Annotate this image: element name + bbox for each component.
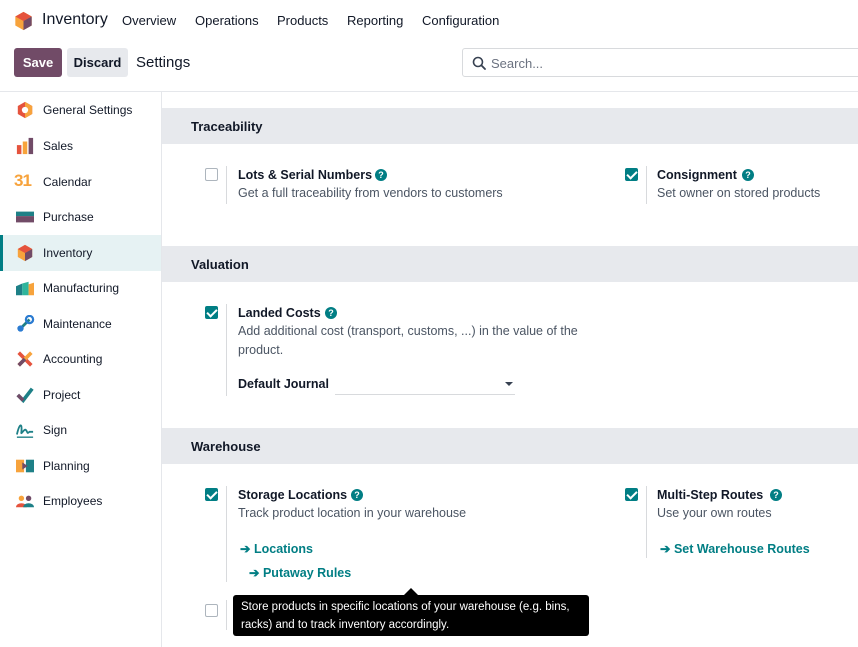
- menu-overview[interactable]: Overview: [122, 13, 176, 28]
- sidebar-item-planning[interactable]: Planning: [0, 448, 161, 484]
- landed-costs-checkbox[interactable]: [205, 306, 218, 319]
- save-button[interactable]: Save: [14, 48, 62, 77]
- sidebar-item-label: Accounting: [43, 352, 103, 366]
- putaway-rules-link[interactable]: ➔ Putaway Rules: [249, 565, 351, 580]
- manufacturing-icon: [16, 281, 34, 296]
- accounting-icon: [17, 351, 33, 367]
- landed-costs-description: Add additional cost (transport, customs,…: [238, 324, 578, 357]
- discard-button[interactable]: Discard: [67, 48, 128, 77]
- sales-icon: [16, 137, 34, 155]
- sidebar-item-label: General Settings: [43, 103, 133, 117]
- sidebar-item-project[interactable]: Project: [0, 377, 161, 413]
- top-navbar: Inventory Overview Operations Products R…: [0, 0, 858, 42]
- putaway-rules-link-label: Putaway Rules: [262, 566, 352, 580]
- menu-reporting[interactable]: Reporting: [347, 13, 403, 28]
- sidebar-item-manufacturing[interactable]: Manufacturing: [0, 270, 161, 306]
- arrow-right-icon: ➔: [240, 542, 251, 556]
- breadcrumb: Settings: [136, 54, 191, 71]
- section-title: Valuation: [191, 257, 249, 272]
- tooltip-arrow: [404, 588, 418, 595]
- menu-configuration[interactable]: Configuration: [422, 13, 499, 28]
- landed-costs-help-icon[interactable]: ?: [325, 307, 337, 319]
- storage-locations-description: Track product location in your warehouse: [238, 506, 467, 520]
- general-settings-icon: [17, 101, 33, 119]
- storage-locations-help-icon[interactable]: ?: [351, 489, 363, 501]
- arrow-right-icon: ➔: [660, 542, 671, 556]
- lots-serial-checkbox[interactable]: [205, 168, 218, 181]
- set-warehouse-routes-link[interactable]: ➔ Set Warehouse Routes: [660, 541, 810, 556]
- section-title: Warehouse: [191, 439, 261, 454]
- calendar-icon: 31: [14, 171, 32, 190]
- consignment-title: Consignment: [657, 168, 737, 182]
- inventory-icon: [17, 244, 33, 262]
- multi-step-routes-title: Multi-Step Routes: [657, 488, 764, 502]
- menu-operations[interactable]: Operations: [195, 13, 259, 28]
- sidebar-item-accounting[interactable]: Accounting: [0, 341, 161, 377]
- inventory-app-icon[interactable]: [14, 11, 33, 31]
- sidebar-item-calendar[interactable]: 31 Calendar: [0, 164, 161, 200]
- setting-divider: [646, 166, 647, 204]
- multi-step-routes-description: Use your own routes: [657, 506, 772, 520]
- section-title: Traceability: [191, 119, 263, 134]
- consignment-description: Set owner on stored products: [657, 186, 821, 200]
- storage-locations-checkbox[interactable]: [205, 488, 218, 501]
- setting-divider: [646, 486, 647, 558]
- next-setting-checkbox[interactable]: [205, 604, 218, 617]
- sign-icon: [16, 424, 34, 438]
- app-name[interactable]: Inventory: [42, 11, 108, 29]
- setting-divider: [226, 486, 227, 582]
- sidebar-item-employees[interactable]: Employees: [0, 483, 161, 519]
- sidebar-item-label: Maintenance: [43, 317, 112, 331]
- locations-link[interactable]: ➔ Locations: [240, 541, 313, 556]
- planning-icon: [16, 459, 34, 473]
- sidebar-item-label: Calendar: [43, 175, 92, 189]
- sidebar-item-label: Sales: [43, 139, 74, 153]
- search-icon: [472, 56, 486, 70]
- consignment-checkbox[interactable]: [625, 168, 638, 181]
- arrow-right-icon: ➔: [249, 566, 260, 580]
- lots-serial-title: Lots & Serial Numbers: [238, 168, 373, 182]
- sidebar-item-label: Inventory: [43, 246, 93, 260]
- menu-products[interactable]: Products: [277, 13, 328, 28]
- default-journal-label: Default Journal: [238, 377, 329, 391]
- landed-costs-title: Landed Costs: [238, 306, 321, 320]
- search-input[interactable]: [491, 53, 851, 73]
- multi-step-routes-checkbox[interactable]: [625, 488, 638, 501]
- sidebar-item-label: Planning: [43, 459, 90, 473]
- sidebar-item-sales[interactable]: Sales: [0, 128, 161, 164]
- sidebar-item-label: Purchase: [43, 210, 94, 224]
- sidebar-item-label: Employees: [43, 494, 103, 508]
- employees-icon: [16, 495, 34, 508]
- purchase-icon: [16, 211, 34, 223]
- section-header-warehouse: Warehouse: [162, 428, 858, 464]
- sidebar-item-label: Project: [43, 388, 81, 402]
- settings-sidebar: General Settings Sales 31 Calendar Purch…: [0, 92, 162, 647]
- sidebar-item-label: Manufacturing: [43, 281, 120, 295]
- settings-content: Traceability Lots & Serial Numbers ? Get…: [162, 92, 858, 647]
- sidebar-item-general-settings[interactable]: General Settings: [0, 92, 161, 128]
- setting-divider: [226, 166, 227, 204]
- set-warehouse-routes-link-label: Set Warehouse Routes: [673, 542, 810, 556]
- default-journal-select[interactable]: [335, 373, 515, 395]
- multi-step-routes-help-icon[interactable]: ?: [770, 489, 782, 501]
- storage-locations-tooltip: Store products in specific locations of …: [233, 595, 589, 636]
- lots-serial-help-icon[interactable]: ?: [375, 169, 387, 181]
- locations-link-label: Locations: [253, 542, 314, 556]
- project-icon: [16, 387, 34, 404]
- sidebar-item-label: Sign: [43, 423, 68, 437]
- sidebar-item-purchase[interactable]: Purchase: [0, 199, 161, 235]
- search-bar[interactable]: [462, 48, 858, 77]
- section-header-traceability: Traceability: [162, 108, 858, 144]
- section-header-valuation: Valuation: [162, 246, 858, 282]
- sidebar-item-inventory[interactable]: Inventory: [0, 235, 161, 271]
- chevron-down-icon: [505, 382, 513, 386]
- sidebar-item-maintenance[interactable]: Maintenance: [0, 306, 161, 342]
- sidebar-item-sign[interactable]: Sign: [0, 412, 161, 448]
- maintenance-icon: [17, 315, 35, 332]
- lots-serial-description: Get a full traceability from vendors to …: [238, 186, 503, 200]
- storage-locations-title: Storage Locations: [238, 488, 348, 502]
- consignment-help-icon[interactable]: ?: [742, 169, 754, 181]
- setting-divider: [226, 304, 227, 396]
- setting-divider: [226, 600, 227, 630]
